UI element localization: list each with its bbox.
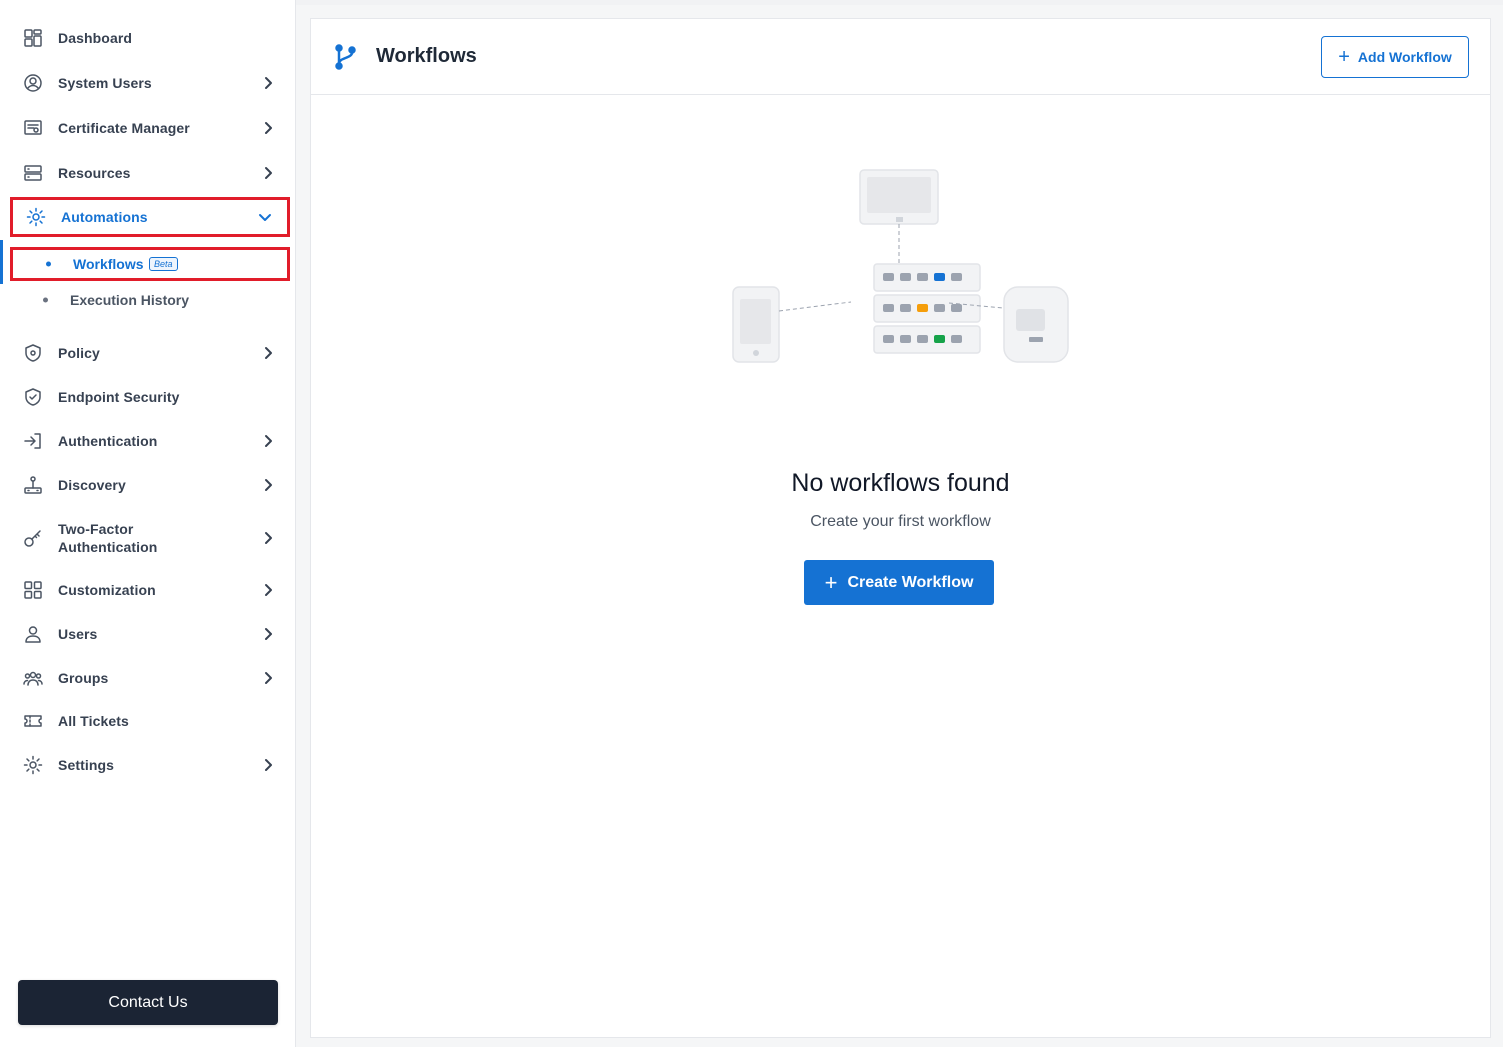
page-header: Workflows + Add Workflow [311,19,1490,95]
sidebar-item-authentication[interactable]: Authentication [10,421,290,461]
chevron-right-icon [260,670,276,686]
phone-device [732,286,780,363]
certificate-icon [22,117,44,139]
sidebar-subitem-label: Execution History [70,292,190,308]
chevron-right-icon [260,120,276,136]
sidebar-item-users[interactable]: Users [10,614,290,654]
users-group-icon [22,667,44,689]
sidebar-item-customization[interactable]: Customization [10,570,290,610]
sidebar-item-label: All Tickets [58,713,129,729]
sidebar-item-policy[interactable]: Policy [10,333,290,373]
sidebar-item-system-users[interactable]: System Users [10,63,290,103]
grid-icon [22,579,44,601]
key-icon [22,527,44,549]
sidebar: Dashboard System Users Certificate Manag… [0,0,296,1047]
empty-state-illustration [732,169,1069,363]
monitor-device [859,169,939,225]
sidebar-item-label: Settings [58,757,115,773]
chevron-right-icon [260,433,276,449]
create-workflow-label: Create Workflow [847,573,974,591]
sidebar-item-certificate-manager[interactable]: Certificate Manager [10,108,290,148]
user-circle-icon [22,72,44,94]
sidebar-item-label: Users [58,626,98,642]
sidebar-item-label: System Users [58,75,152,91]
main-panel: Workflows + Add Workflow No workflows fo… [310,18,1491,1038]
gear-icon [25,206,47,228]
chevron-down-icon [257,209,273,225]
sidebar-item-label: Automations [61,209,148,225]
create-workflow-button[interactable]: + Create Workflow [804,560,994,605]
bullet-icon [46,261,51,267]
sidebar-item-two-factor-authentication[interactable]: Two-Factor Authentication [10,512,290,564]
sidebar-item-settings[interactable]: Settings [10,745,290,785]
server-rack [873,263,981,354]
sidebar-item-label: Endpoint Security [58,389,180,405]
sidebar-item-label: Resources [58,165,131,181]
sidebar-item-label: Policy [58,345,100,361]
top-divider [296,0,1503,5]
network-icon [22,474,44,496]
chevron-right-icon [260,626,276,642]
sidebar-item-resources[interactable]: Resources [10,153,290,193]
chevron-right-icon [260,165,276,181]
sidebar-subitem-workflows[interactable]: Workflows Beta [10,247,290,281]
chevron-right-icon [260,582,276,598]
sidebar-item-label: Authentication [58,433,158,449]
settings-gear-icon [22,754,44,776]
server-icon [22,162,44,184]
sidebar-item-label: Certificate Manager [58,120,190,136]
shield-icon [22,342,44,364]
sidebar-item-label: Dashboard [58,30,133,46]
chevron-right-icon [260,345,276,361]
sidebar-item-groups[interactable]: Groups [10,658,290,698]
active-indicator [0,240,3,284]
ticket-icon [22,710,44,732]
sidebar-item-label: Groups [58,670,109,686]
bullet-icon [43,297,48,303]
sidebar-subitem-execution-history[interactable]: Execution History [10,283,290,317]
plus-icon: + [1338,46,1350,68]
sidebar-item-all-tickets[interactable]: All Tickets [10,701,290,741]
sidebar-item-automations[interactable]: Automations [10,197,290,237]
sidebar-item-label: Discovery [58,477,126,493]
add-workflow-button[interactable]: + Add Workflow [1321,36,1469,78]
router-device [1003,286,1069,363]
dashboard-icon [22,27,44,49]
contact-us-button[interactable]: Contact Us [18,980,278,1025]
sidebar-item-dashboard[interactable]: Dashboard [10,18,290,58]
login-icon [22,430,44,452]
user-icon [22,623,44,645]
chevron-right-icon [260,477,276,493]
sidebar-item-discovery[interactable]: Discovery [10,465,290,505]
empty-state-title: No workflows found [791,469,1010,497]
page-title: Workflows [376,45,477,67]
workflow-branch-icon [333,43,359,71]
sidebar-item-label: Two-Factor Authentication [58,521,158,555]
empty-state-subtitle: Create your first workflow [810,513,991,530]
add-workflow-label: Add Workflow [1357,49,1452,65]
beta-badge: Beta [149,257,178,271]
chevron-right-icon [260,530,276,546]
sidebar-item-label: Customization [58,582,156,598]
sidebar-subitem-label: Workflows [73,256,144,272]
shield-check-icon [22,386,44,408]
chevron-right-icon [260,757,276,773]
sidebar-item-endpoint-security[interactable]: Endpoint Security [10,377,290,417]
chevron-right-icon [260,75,276,91]
plus-icon: + [824,569,838,595]
